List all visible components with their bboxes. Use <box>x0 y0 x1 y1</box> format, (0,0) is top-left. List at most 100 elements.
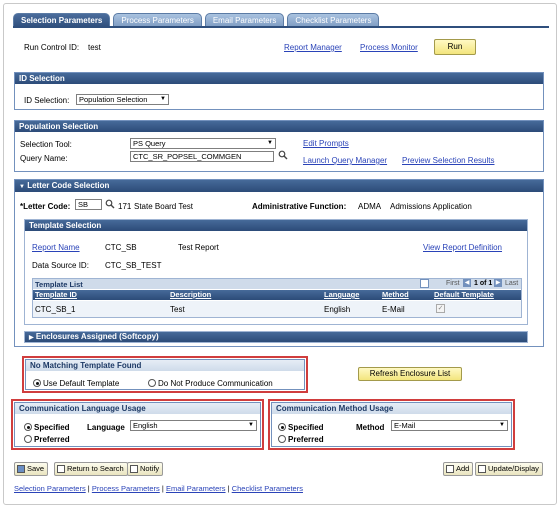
tab-bar: Selection Parameters Process Parameters … <box>13 13 380 27</box>
method-preferred-label: Preferred <box>288 435 324 444</box>
search-icon[interactable] <box>278 150 288 160</box>
save-icon <box>17 465 25 473</box>
footer-link-email-parameters[interactable]: Email Parameters <box>166 484 226 493</box>
run-button[interactable]: Run <box>434 39 476 55</box>
next-arrow-icon[interactable]: ▶ <box>494 279 502 287</box>
save-button[interactable]: Save <box>14 462 49 476</box>
add-label: Add <box>456 464 470 473</box>
notify-label: Notify <box>140 464 160 473</box>
report-description: Test Report <box>178 243 219 252</box>
update-display-label: Update/Display <box>488 464 539 473</box>
prev-arrow-icon[interactable]: ◀ <box>463 279 471 287</box>
footer-link-process-parameters[interactable]: Process Parameters <box>92 484 160 493</box>
grid-view-icon[interactable] <box>420 279 429 288</box>
method-dropdown[interactable]: E-Mail ▼ <box>391 420 508 431</box>
letter-code-input[interactable]: SB <box>75 199 102 210</box>
template-list-header: Template ID Description Language Method … <box>33 290 521 300</box>
use-default-template-label: Use Default Template <box>43 379 120 388</box>
tab-selection-parameters[interactable]: Selection Parameters <box>13 13 111 27</box>
enclosures-section[interactable]: ▶ Enclosures Assigned (Softcopy) <box>24 331 528 343</box>
id-selection-label: ID Selection: <box>24 96 70 105</box>
table-row: CTC_SB_1 Test English E-Mail ✓ <box>33 301 521 317</box>
admin-function-label: Administrative Function: <box>252 202 347 211</box>
return-icon <box>57 465 65 473</box>
view-report-definition-link[interactable]: View Report Definition <box>423 243 502 252</box>
chevron-down-icon: ▼ <box>499 422 505 428</box>
run-control-label: Run Control ID: <box>24 43 80 52</box>
return-to-search-button[interactable]: Return to Search <box>54 462 128 476</box>
nav-count: 1 of 1 <box>474 280 493 287</box>
language-value: English <box>133 421 158 430</box>
column-language[interactable]: Language <box>324 290 359 300</box>
refresh-enclosure-list-button[interactable]: Refresh Enclosure List <box>358 367 462 381</box>
tab-email-parameters[interactable]: Email Parameters <box>204 13 285 27</box>
launch-query-manager-link[interactable]: Launch Query Manager <box>303 156 387 165</box>
preview-selection-results-link[interactable]: Preview Selection Results <box>402 156 494 165</box>
report-name-value: CTC_SB <box>105 243 137 252</box>
method-specified-label: Specified <box>288 423 324 432</box>
process-monitor-link[interactable]: Process Monitor <box>360 43 418 52</box>
nav-last[interactable]: Last <box>505 280 518 287</box>
chevron-down-icon: ▼ <box>267 140 273 146</box>
cell-method: E-Mail <box>382 305 405 314</box>
tab-underline <box>13 26 549 28</box>
language-label: Language <box>87 423 125 432</box>
query-name-label: Query Name: <box>20 154 68 163</box>
population-selection-title: Population Selection <box>15 121 543 132</box>
letter-code-label: *Letter Code: <box>20 202 71 211</box>
update-display-button[interactable]: Update/Display <box>475 462 543 476</box>
selection-tool-dropdown[interactable]: PS Query ▼ <box>130 138 276 149</box>
method-preferred-radio[interactable] <box>278 435 286 443</box>
edit-prompts-link[interactable]: Edit Prompts <box>303 139 349 148</box>
method-value: E-Mail <box>394 421 416 430</box>
notify-icon <box>130 465 138 473</box>
enclosures-title: Enclosures Assigned (Softcopy) <box>35 332 159 341</box>
admin-function-code: ADMA <box>358 202 382 211</box>
language-preferred-label: Preferred <box>34 435 70 444</box>
return-to-search-label: Return to Search <box>67 464 124 473</box>
id-selection-title: ID Selection <box>15 73 543 84</box>
chevron-down-icon: ▼ <box>160 96 166 102</box>
add-icon <box>446 465 454 473</box>
language-dropdown[interactable]: English ▼ <box>130 420 257 431</box>
update-display-icon <box>478 465 486 473</box>
template-list-title: Template List <box>35 280 83 289</box>
tab-checklist-parameters[interactable]: Checklist Parameters <box>287 13 380 27</box>
letter-code-number: 171 <box>118 202 132 211</box>
column-default-template[interactable]: Default Template <box>434 290 494 300</box>
letter-code-title: Letter Code Selection <box>27 181 110 190</box>
template-selection-title: Template Selection <box>25 220 527 231</box>
report-name-link[interactable]: Report Name <box>32 243 80 252</box>
footer-link-checklist-parameters[interactable]: Checklist Parameters <box>232 484 303 493</box>
collapse-arrow-icon[interactable]: ▼ <box>19 184 25 190</box>
query-name-input[interactable]: CTC_SR_POPSEL_COMMGEN <box>130 151 274 162</box>
footer-link-selection-parameters[interactable]: Selection Parameters <box>14 484 86 493</box>
selection-tool-label: Selection Tool: <box>20 140 72 149</box>
search-icon[interactable] <box>105 199 115 209</box>
nav-first[interactable]: First <box>446 280 460 287</box>
language-preferred-radio[interactable] <box>24 435 32 443</box>
add-button[interactable]: Add <box>443 462 474 476</box>
column-description[interactable]: Description <box>170 290 211 300</box>
chevron-down-icon: ▼ <box>248 422 254 428</box>
column-template-id[interactable]: Template ID <box>35 290 77 300</box>
notify-button[interactable]: Notify <box>127 462 164 476</box>
do-not-produce-radio[interactable] <box>148 379 156 387</box>
tab-process-parameters[interactable]: Process Parameters <box>113 13 202 27</box>
no-match-title: No Matching Template Found <box>26 360 304 371</box>
id-selection-dropdown[interactable]: Population Selection ▼ <box>76 94 169 105</box>
report-manager-link[interactable]: Report Manager <box>284 43 342 52</box>
method-specified-radio[interactable] <box>278 423 286 431</box>
comm-method-title: Communication Method Usage <box>272 403 511 414</box>
language-specified-radio[interactable] <box>24 423 32 431</box>
column-method[interactable]: Method <box>382 290 409 300</box>
cell-language: English <box>324 305 351 314</box>
data-source-label: Data Source ID: <box>32 261 89 270</box>
letter-code-description: State Board Test <box>134 202 193 211</box>
use-default-template-radio[interactable] <box>33 379 41 387</box>
language-specified-label: Specified <box>34 423 70 432</box>
expand-arrow-icon: ▶ <box>29 335 34 341</box>
cell-template-id: CTC_SB_1 <box>35 305 76 314</box>
do-not-produce-label: Do Not Produce Communication <box>158 379 273 388</box>
default-template-checkbox: ✓ <box>436 304 445 313</box>
